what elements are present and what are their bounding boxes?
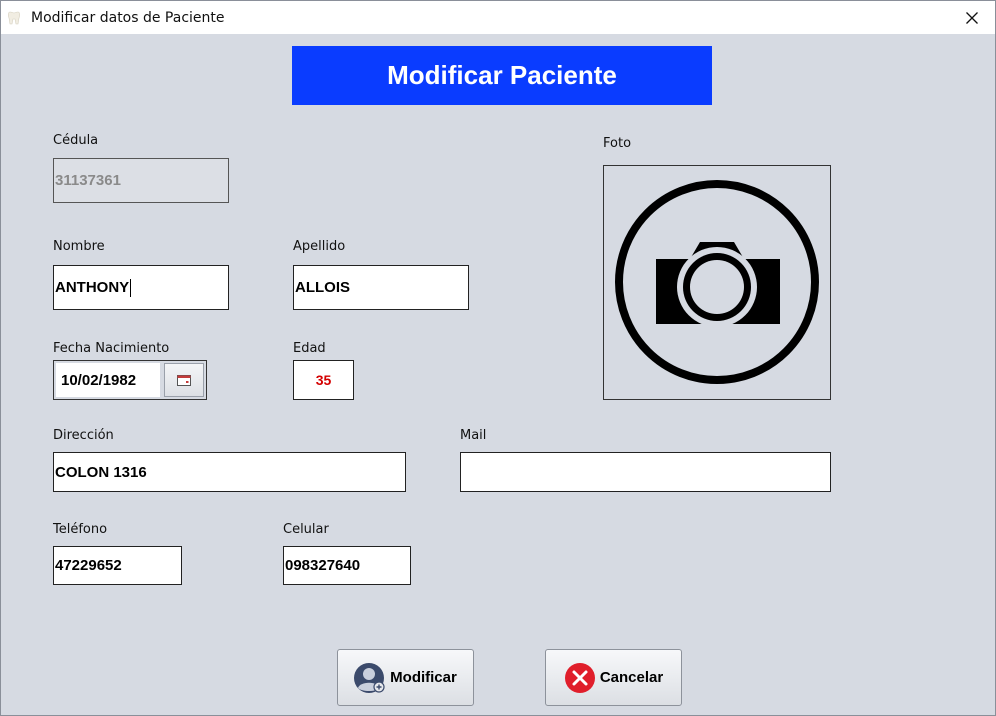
- cancel-icon: [564, 662, 595, 693]
- tooth-icon: [8, 11, 20, 25]
- calendar-button[interactable]: [164, 363, 204, 397]
- close-button[interactable]: [949, 1, 995, 34]
- edad-value: 35: [315, 372, 332, 388]
- text-caret: [130, 278, 132, 297]
- nombre-value: ANTHONY: [55, 279, 130, 296]
- user-edit-icon: [354, 662, 385, 693]
- window-title: Modificar datos de Paciente: [31, 10, 225, 26]
- celular-label: Celular: [283, 522, 329, 537]
- photo-box[interactable]: [603, 165, 831, 400]
- date-picker: 10/02/1982: [53, 360, 207, 400]
- cancelar-button[interactable]: Cancelar: [545, 649, 682, 706]
- apellido-label: Apellido: [293, 239, 346, 254]
- fecha-nacimiento-label: Fecha Nacimiento: [53, 341, 170, 356]
- apellido-value: ALLOIS: [295, 279, 350, 296]
- camera-icon: [615, 180, 819, 384]
- close-icon: [966, 11, 978, 24]
- apellido-field[interactable]: ALLOIS: [293, 265, 469, 310]
- direccion-field[interactable]: COLON 1316: [53, 452, 406, 492]
- cedula-value: 31137361: [55, 172, 121, 189]
- cancelar-label: Cancelar: [599, 669, 664, 686]
- page-title: Modificar Paciente: [292, 46, 712, 105]
- direccion-value: COLON 1316: [55, 463, 147, 481]
- edad-label: Edad: [293, 341, 326, 356]
- telefono-value: 47229652: [55, 557, 122, 574]
- edad-field[interactable]: 35: [293, 360, 354, 400]
- celular-value: 098327640: [285, 557, 361, 574]
- calendar-icon: [177, 374, 191, 386]
- foto-label: Foto: [603, 136, 632, 151]
- modificar-label: Modificar: [390, 669, 457, 686]
- direccion-label: Dirección: [53, 428, 114, 443]
- modificar-button[interactable]: Modificar: [337, 649, 474, 706]
- celular-field[interactable]: 098327640: [283, 546, 411, 585]
- mail-field[interactable]: [460, 452, 831, 492]
- nombre-label: Nombre: [53, 239, 105, 254]
- dialog-window: Modificar datos de Paciente Modificar Pa…: [0, 0, 996, 716]
- mail-label: Mail: [460, 428, 487, 443]
- title-bar: Modificar datos de Paciente: [1, 1, 995, 34]
- cedula-label: Cédula: [53, 133, 99, 148]
- fecha-nacimiento-field[interactable]: 10/02/1982: [56, 363, 160, 397]
- telefono-field[interactable]: 47229652: [53, 546, 182, 585]
- nombre-field[interactable]: ANTHONY: [53, 265, 229, 310]
- telefono-label: Teléfono: [53, 522, 108, 537]
- cedula-field[interactable]: 31137361: [53, 158, 229, 203]
